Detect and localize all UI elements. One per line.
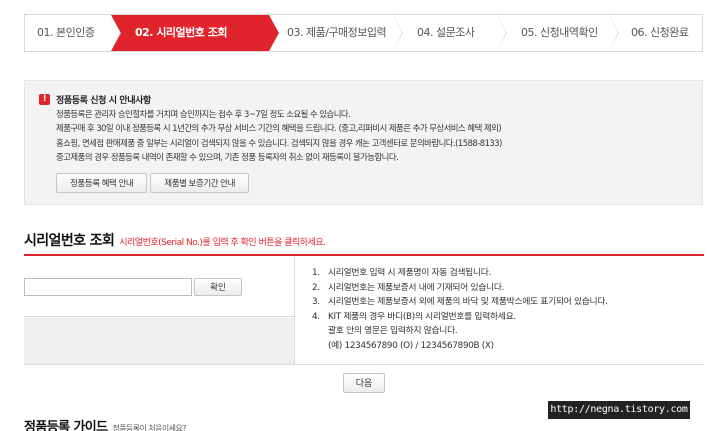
hint-text: 시리얼번호는 제품보증서 외에 제품의 바닥 및 제품박스에도 표기되어 있습니…: [328, 297, 608, 308]
serial-title: 시리얼번호 조회: [24, 233, 115, 249]
step-6-complete: 06. 신청완료: [609, 15, 704, 51]
serial-hints: 1. 시리얼번호 입력 시 제품명이 자동 검색됩니다. 2. 시리얼번호는 제품보…: [312, 266, 608, 354]
hint-text: 시리얼번호는 제품보증서 내에 기재되어 있습니다.: [328, 282, 505, 293]
form-bottom-border: [24, 364, 704, 365]
warranty-info-button[interactable]: 제품별 보증기간 안내: [150, 173, 250, 193]
hint-number: 1.: [312, 268, 320, 278]
notice-title: ! 정품등록 신청 시 안내사항: [39, 93, 151, 106]
hint-example: (예) 1234567890 (O) / 1234567890B (X): [328, 340, 494, 351]
hint-item: 4. KIT 제품의 경우 바디(B)의 시리얼번호를 입력하세요.: [312, 310, 608, 325]
guide-section-title: 정품등록 가이드 정품등록이 처음이세요?: [24, 416, 186, 431]
notice-line: 정품등록은 관리자 승인절차를 거치며 승인까지는 접수 후 3~7일 정도 소…: [56, 109, 351, 119]
notice-box: ! 정품등록 신청 시 안내사항 정품등록은 관리자 승인절차를 거치며 승인까…: [24, 80, 703, 205]
step-1-identity-verification: 01. 본인인증: [25, 15, 121, 51]
hint-number: 3.: [312, 297, 320, 308]
watermark: http://negna.tistory.com: [548, 401, 690, 419]
step-progress-bar: 01. 본인인증 02. 시리얼번호 조회 03. 제품/구매정보입력 04. …: [24, 14, 703, 52]
notice-line: 중고제품의 경우 정품등록 내역이 존재할 수 있으며, 기존 정품 등록자의 …: [56, 152, 399, 163]
notice-title-text: 정품등록 신청 시 안내사항: [56, 96, 151, 106]
hint-text: KIT 제품의 경우 바디(B)의 시리얼번호를 입력하세요.: [328, 311, 516, 322]
hint-text: 시리얼번호 입력 시 제품명이 자동 검색됩니다.: [328, 268, 492, 278]
step-label: 05. 신청내역확인: [521, 26, 598, 39]
next-button[interactable]: 다음: [343, 373, 385, 393]
hint-note: 괄호 안의 영문은 입력하지 않습니다.: [328, 326, 458, 337]
step-label: 01. 본인인증: [37, 26, 95, 39]
benefit-info-button[interactable]: 정품등록 혜택 안내: [56, 173, 148, 193]
warning-icon: !: [39, 94, 50, 105]
step-3-product-info: 03. 제품/구매정보입력: [269, 15, 403, 51]
serial-form-bottom: [24, 318, 294, 364]
hint-number: 2.: [312, 282, 320, 293]
serial-section-title: 시리얼번호 조회 시리얼번호(Serial No.)를 입력 후 확인 버튼을 …: [24, 230, 326, 250]
confirm-button[interactable]: 확인: [194, 278, 242, 296]
serial-number-input[interactable]: [24, 278, 192, 296]
step-2-serial-lookup: 02. 시리얼번호 조회: [111, 15, 279, 51]
serial-form: 확인: [24, 256, 294, 364]
notice-lines: 정품등록은 관리자 승인절차를 거치며 승인까지는 접수 후 3~7일 정도 소…: [56, 107, 502, 165]
step-5-review: 05. 신청내역확인: [497, 15, 619, 51]
step-4-survey: 04. 설문조사: [393, 15, 507, 51]
notice-line: 홈쇼핑, 면세점 판매제품 중 일부는 시리얼이 검색되지 않을 수 있습니다.…: [56, 137, 502, 148]
step-label: 04. 설문조사: [417, 26, 475, 39]
guide-title: 정품등록 가이드: [24, 420, 108, 431]
vertical-divider: [294, 256, 295, 364]
hint-item: 2. 시리얼번호는 제품보증서 내에 기재되어 있습니다.: [312, 281, 608, 296]
hint-item: 3. 시리얼번호는 제품보증서 외에 제품의 바닥 및 제품박스에도 표기되어 있…: [312, 295, 608, 310]
step-label: 06. 신청완료: [631, 26, 689, 39]
notice-buttons: 정품등록 혜택 안내 제품별 보증기간 안내: [56, 173, 250, 193]
guide-subtitle: 정품등록이 처음이세요?: [112, 424, 187, 431]
notice-line: 제품구매 후 30일 이내 정품등록 시 1년간의 추가 무상 서비스 기간의 …: [56, 123, 502, 134]
hint-number: 4.: [312, 311, 320, 322]
step-label: 02. 시리얼번호 조회: [135, 26, 228, 39]
hint-item: 1. 시리얼번호 입력 시 제품명이 자동 검색됩니다.: [312, 266, 608, 281]
serial-form-top: 확인: [24, 256, 294, 317]
serial-subtitle: 시리얼번호(Serial No.)를 입력 후 확인 버튼을 클릭하세요.: [119, 238, 326, 248]
step-label: 03. 제품/구매정보입력: [287, 26, 387, 39]
